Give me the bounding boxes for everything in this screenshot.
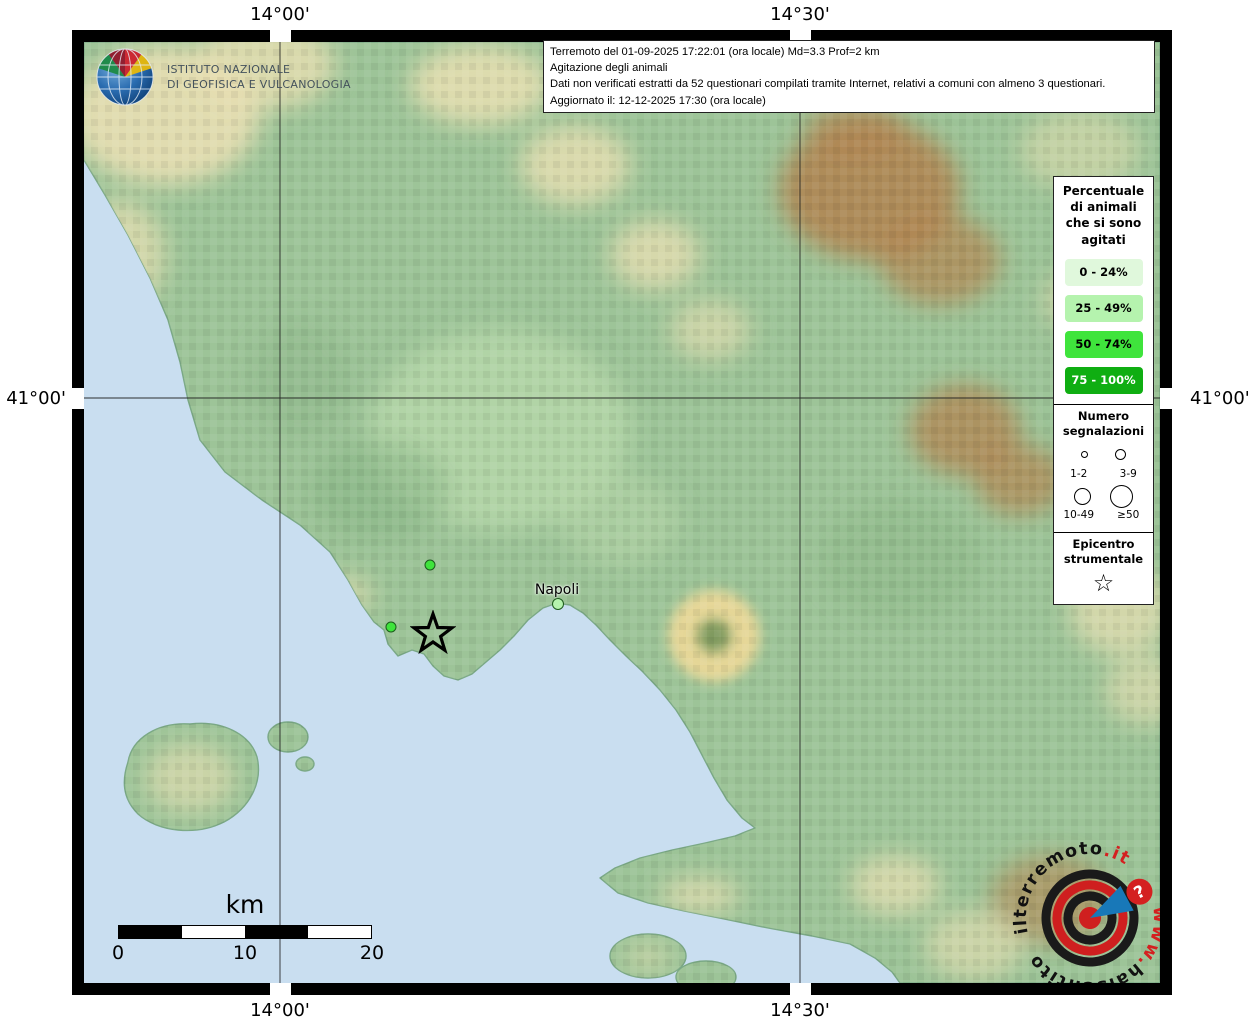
scale-tick-0: 0: [112, 942, 124, 964]
legend-percent-title: Percentuale di animali che si sono agita…: [1054, 183, 1153, 250]
legend-size-row-2: [1054, 482, 1153, 510]
legend-epicenter-title: Epicentro strumentale: [1054, 537, 1153, 567]
axis-label-top-left: 14°00': [235, 4, 325, 25]
frame-notch: [270, 983, 291, 995]
map-page: 14°00' 14°30' 14°00' 14°30' 41°00' 41°00…: [0, 0, 1255, 1024]
frame-notch: [72, 388, 84, 409]
star-icon: [414, 614, 452, 650]
scale-tick-20: 20: [360, 942, 384, 964]
size-label-10-49: 10-49: [1054, 510, 1104, 522]
event-data-note: Dati non verificati estratti da 52 quest…: [550, 76, 1148, 92]
event-updated: Aggiornato il: 12-12-2025 17:30 (ora loc…: [550, 93, 1148, 109]
report-marker: [425, 560, 436, 571]
frame-notch: [790, 983, 811, 995]
legend-star-icon: ☆: [1054, 571, 1153, 596]
size-circle-3-9: [1115, 449, 1126, 460]
scale-tick-10: 10: [233, 942, 257, 964]
city-label-napoli: Napoli: [527, 582, 587, 598]
axis-label-right: 41°00': [1190, 388, 1254, 409]
size-circle-1-2: [1081, 451, 1088, 458]
scale-unit: km: [118, 890, 372, 919]
scale-bar: km 0 10 20: [118, 890, 372, 966]
axis-label-bottom-left: 14°00': [235, 1000, 325, 1021]
epicenter-star: [410, 610, 456, 656]
ingv-logo: ISTITUTO NAZIONALE DI GEOFISICA E VULCAN…: [95, 45, 395, 109]
event-title: Terremoto del 01-09-2025 17:22:01 (ora l…: [550, 44, 1148, 60]
size-circle-50plus: [1110, 485, 1133, 508]
legend-class-25-49: 25 - 49%: [1065, 295, 1143, 322]
legend-class-75-100: 75 - 100%: [1065, 367, 1143, 394]
ingv-name-line2: DI GEOFISICA E VULCANOLOGIA: [167, 78, 351, 91]
size-circle-10-49: [1074, 488, 1091, 505]
terrain-map: [84, 42, 1160, 983]
legend: Percentuale di animali che si sono agita…: [1053, 176, 1154, 605]
axis-label-bottom-right: 14°30': [755, 1000, 845, 1021]
scale-bar-segments: [118, 925, 372, 939]
size-label-1-2: 1-2: [1054, 469, 1104, 481]
report-marker: [386, 622, 397, 633]
legend-divider: [1054, 532, 1153, 533]
frame-notch: [1160, 388, 1172, 409]
legend-size-row-1: [1054, 441, 1153, 469]
frame-notch: [270, 30, 291, 42]
event-subtitle: Agitazione degli animali: [550, 60, 1148, 76]
axis-label-left: 41°00': [2, 388, 66, 409]
legend-count-title: Numero segnalazioni: [1054, 409, 1153, 439]
watermark-logo: ? ilterremoto.it www.haisentito: [1000, 828, 1180, 1008]
legend-class-0-24: 0 - 24%: [1065, 259, 1143, 286]
ingv-name-line1: ISTITUTO NAZIONALE: [167, 63, 290, 76]
legend-class-50-74: 50 - 74%: [1065, 331, 1143, 358]
size-label-50plus: ≥50: [1104, 510, 1154, 522]
legend-divider: [1054, 404, 1153, 405]
report-marker: [552, 598, 564, 610]
size-label-3-9: 3-9: [1104, 469, 1154, 481]
axis-label-top-right: 14°30': [755, 4, 845, 25]
event-info-box: Terremoto del 01-09-2025 17:22:01 (ora l…: [543, 40, 1155, 113]
